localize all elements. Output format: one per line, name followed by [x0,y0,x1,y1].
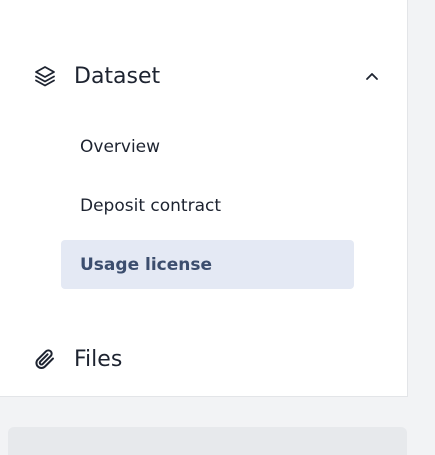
files-section-header[interactable]: Files [32,337,122,381]
sidebar-item-label: Overview [80,136,161,157]
sidebar-item-overview[interactable]: Overview [61,122,354,171]
chevron-up-icon[interactable] [362,66,382,86]
files-section-title: Files [74,346,123,372]
paperclip-icon [32,346,58,372]
layers-icon [32,63,58,89]
sidebar-item-usage-license[interactable]: Usage license [61,240,354,289]
sidebar-item-label: Deposit contract [80,195,221,216]
bottom-panel [8,427,407,455]
sidebar-item-label: Usage license [80,254,213,275]
dataset-section-header[interactable]: Dataset [32,54,388,98]
dataset-section-title: Dataset [74,63,161,89]
sidebar: Dataset Overview Deposit contract Usage … [0,0,408,397]
sidebar-item-deposit-contract[interactable]: Deposit contract [61,181,354,230]
